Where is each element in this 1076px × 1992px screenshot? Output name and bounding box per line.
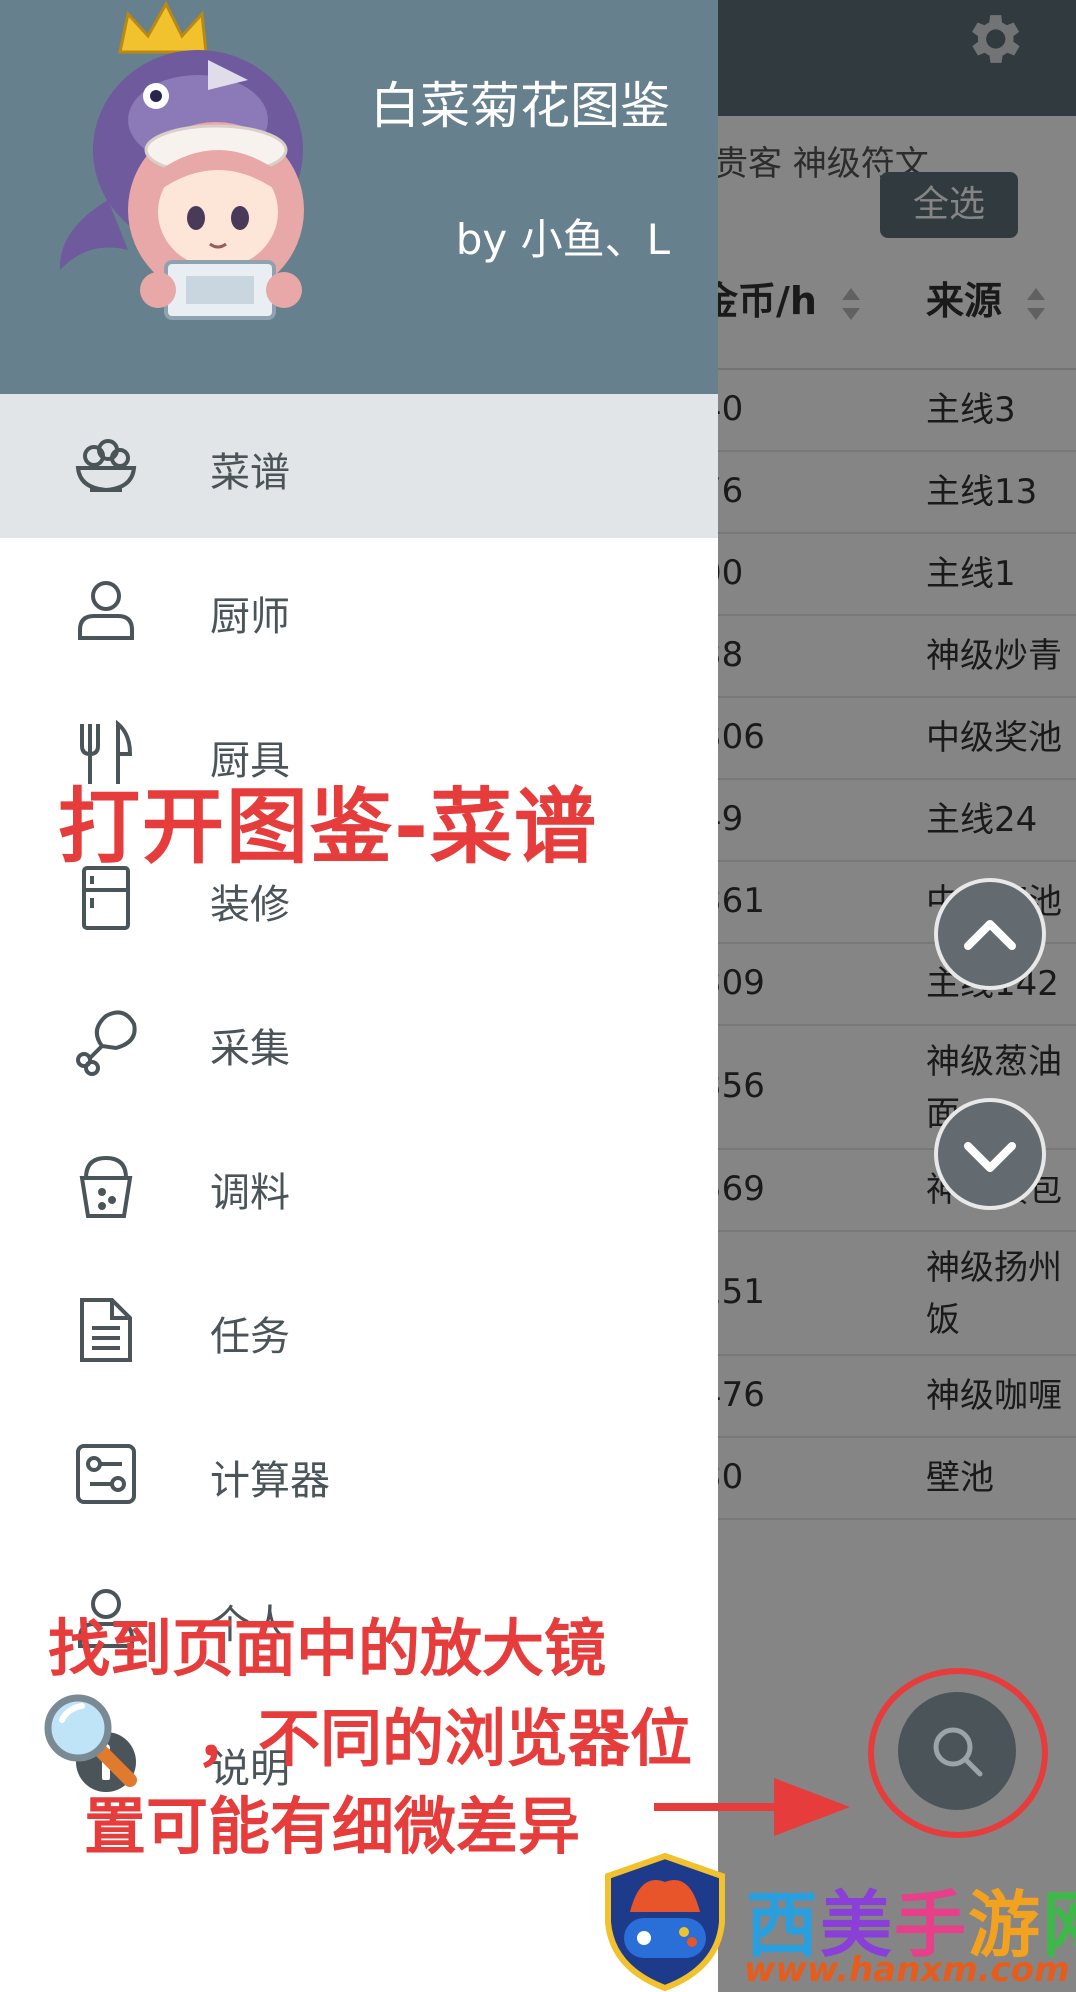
hint-annotation-line3: 置可能有细微差异 [84,1790,581,1863]
menu-label: 装修 [210,882,290,928]
person-icon [78,581,134,640]
sliders-icon [76,1444,136,1504]
menu-label: 厨师 [210,594,290,640]
document-icon [80,1298,132,1362]
menu-label: 计算器 [210,1458,330,1504]
mascot-illustration [59,0,304,320]
menu-item-seasoning[interactable]: 调料 [0,1114,718,1258]
magnifier-emoji-icon [44,1694,137,1787]
menu-item-chefs[interactable]: 厨师 [0,538,718,682]
step-annotation: 打开图鉴-菜谱 [58,780,599,875]
rice-bowl-icon [75,439,137,493]
menu-item-gathering[interactable]: 采集 [0,970,718,1114]
pointer-arrow-icon [654,1778,850,1836]
menu-label: 调料 [210,1170,290,1216]
app-author: by 小鱼、L [455,215,670,264]
watermark-url: www.hanxm.com [744,1950,1070,1990]
menu-label: 采集 [210,1026,290,1072]
menu-item-calculator[interactable]: 计算器 [0,1402,718,1546]
scroll-down-button[interactable] [934,1098,1046,1210]
menu-label: 菜谱 [210,450,290,496]
hint-annotation-line2: ，不同的浏览器位 [196,1702,693,1775]
app-title: 白菜菊花图鉴 [370,77,670,135]
drumstick-icon [76,1010,137,1076]
drawer-header: 白菜菊花图鉴 by 小鱼、L [0,0,718,394]
menu-item-tasks[interactable]: 任务 [0,1258,718,1402]
chevron-up-icon [964,920,1016,950]
scroll-up-button[interactable] [934,878,1046,990]
highlight-circle [868,1668,1048,1838]
menu-item-recipes[interactable]: 菜谱 [0,394,718,538]
chevron-down-icon [964,1142,1016,1172]
menu-label: 任务 [210,1314,290,1360]
hint-annotation-line1: 找到页面中的放大镜 [48,1612,607,1685]
gamepad-shield-logo [605,1852,725,1992]
spice-jar-icon [79,1155,133,1218]
